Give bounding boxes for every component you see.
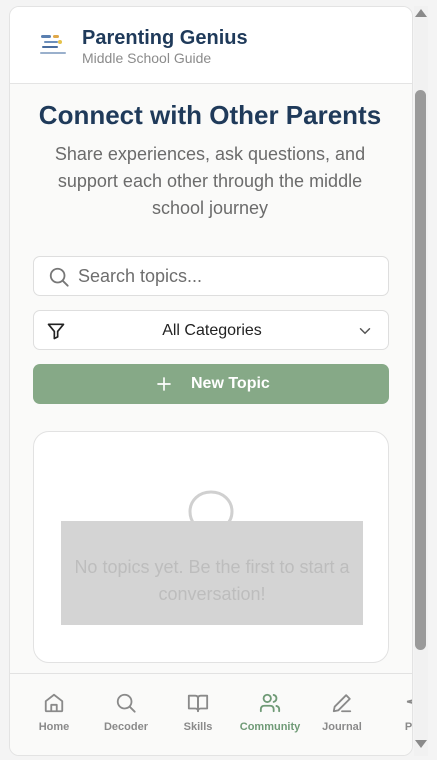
nav-item-home[interactable]: Home — [19, 674, 89, 755]
nav-item-skills[interactable]: Skills — [163, 674, 233, 755]
chevron-down-icon — [359, 328, 371, 335]
nav-item-community[interactable]: Community — [235, 674, 305, 755]
app-title: Parenting Genius — [82, 27, 248, 49]
scrollbar-thumb[interactable] — [415, 90, 426, 650]
nav-label-decoder: Decoder — [103, 721, 149, 733]
nav-item-journal[interactable]: Journal — [307, 674, 377, 755]
app-subtitle: Middle School Guide — [82, 50, 212, 66]
search-box — [33, 256, 389, 296]
nav-label-pro: Pro — [404, 721, 413, 733]
nav-item-pro[interactable]: Pro — [379, 674, 413, 755]
search-input[interactable] — [78, 257, 378, 295]
nav-label-community: Community — [239, 721, 301, 733]
page-title: Connect with Other Parents — [38, 100, 382, 130]
category-select-value: All Categories — [162, 322, 262, 339]
scroll-down-arrow[interactable] — [415, 740, 427, 748]
nav-label-skills: Skills — [183, 721, 213, 733]
users-icon — [259, 693, 281, 713]
nav-label-home: Home — [38, 721, 70, 733]
new-topic-button[interactable]: New Topic — [33, 364, 389, 404]
book-icon — [187, 694, 209, 713]
page-description: Share experiences, ask questions, and su… — [54, 144, 366, 218]
app-header: Parenting Genius Middle School Guide — [10, 7, 412, 84]
app-window: Parenting Genius Middle School Guide Con… — [9, 6, 413, 756]
topics-empty-state: No topics yet. Be the first to start a c… — [33, 431, 389, 663]
bottom-nav: Home Decoder Skills Community Journal P — [10, 673, 413, 755]
new-topic-label: New Topic — [191, 375, 270, 392]
search-icon — [116, 693, 136, 713]
nav-item-decoder[interactable]: Decoder — [91, 674, 161, 755]
category-select[interactable]: All Categories — [33, 310, 389, 350]
community-page: Connect with Other Parents Share experie… — [10, 85, 412, 673]
plus-icon — [157, 377, 171, 391]
parenting-genius-logo — [40, 35, 66, 54]
nav-label-journal: Journal — [322, 721, 362, 733]
scroll-up-arrow[interactable] — [415, 9, 427, 17]
search-icon — [49, 267, 69, 287]
sparkle-icon — [406, 698, 412, 705]
pencil-icon — [332, 694, 352, 713]
empty-state-text: No topics yet. Be the first to start a c… — [74, 557, 350, 604]
home-icon — [44, 693, 64, 713]
